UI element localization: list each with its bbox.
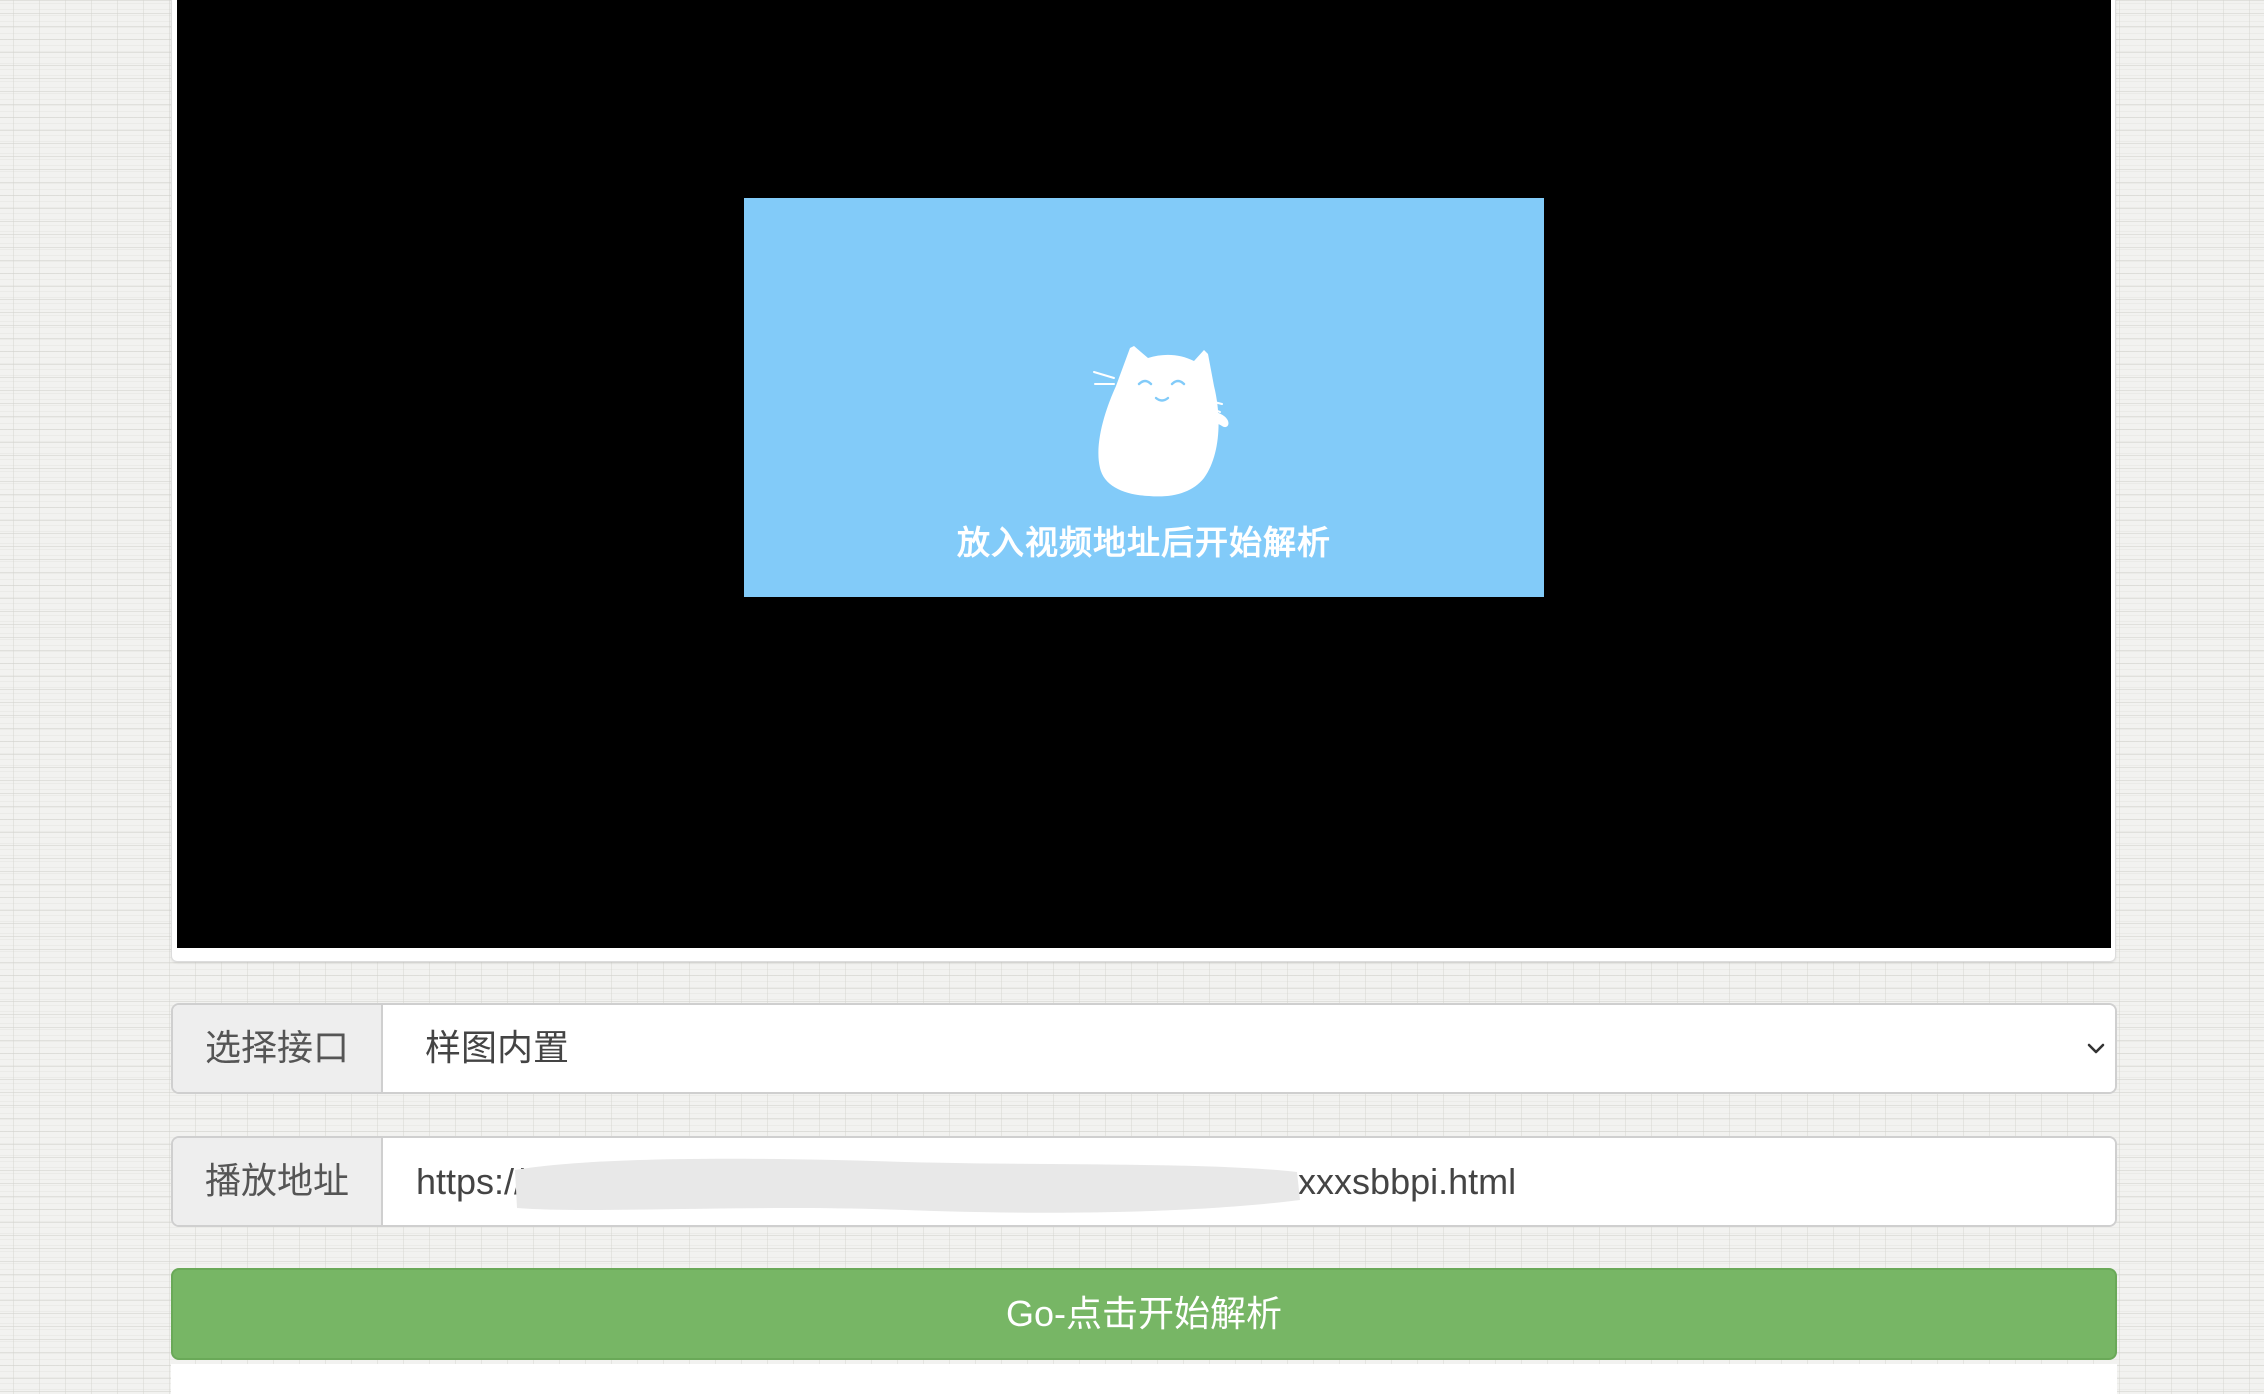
api-select[interactable]: 样图内置: [383, 1005, 2115, 1092]
chevron-down-icon: [2087, 1043, 2105, 1054]
url-input[interactable]: [383, 1138, 2115, 1225]
api-select-value: 样图内置: [425, 1028, 570, 1069]
url-field-label: 播放地址: [173, 1138, 383, 1225]
video-placeholder: 放入视频地址后开始解析: [744, 198, 1544, 597]
go-parse-button[interactable]: Go-点击开始解析: [171, 1268, 2117, 1360]
video-player[interactable]: 放入视频地址后开始解析: [177, 0, 2111, 948]
url-input-group: 播放地址: [171, 1136, 2117, 1227]
api-select-label: 选择接口: [173, 1005, 383, 1092]
bottom-card-edge: [171, 1364, 2117, 1394]
api-select-group: 选择接口 样图内置: [171, 1003, 2117, 1094]
placeholder-text: 放入视频地址后开始解析: [957, 523, 1331, 562]
